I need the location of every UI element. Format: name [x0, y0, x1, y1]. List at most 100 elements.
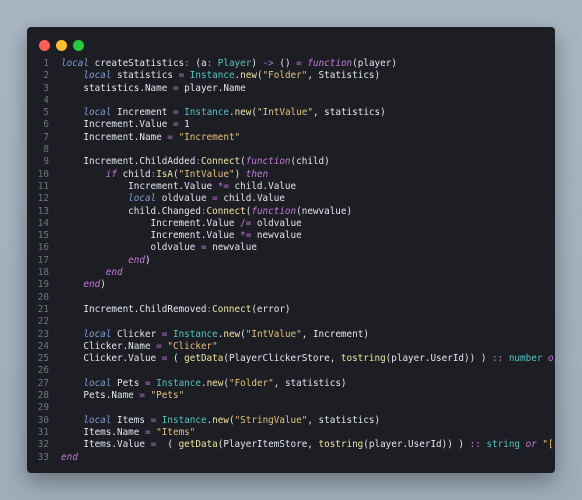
code-token: Pets: [111, 377, 145, 389]
code-text: local statistics = Instance.new("Folder"…: [61, 70, 380, 82]
code-token: "IntValue": [178, 168, 235, 180]
code-line: 17 end): [27, 255, 555, 267]
code-token: , Increment): [301, 328, 369, 340]
code-line: 7 Increment.Name = "Increment": [27, 132, 555, 144]
code-line: 4: [27, 95, 555, 107]
code-editor: 1 local createStatistics: (a: Player) -> …: [27, 58, 555, 464]
code-line: 23 local Clicker = Instance.new("IntValu…: [27, 329, 555, 341]
code-token: (child): [290, 156, 330, 168]
code-token: "IntValue": [256, 107, 313, 119]
code-token: or: [548, 353, 555, 365]
code-token: (PlayerItemStore,: [217, 439, 319, 451]
code-text: Clicker.Name = "Clicker": [61, 340, 218, 353]
code-token: local: [61, 58, 89, 69]
code-token: Items.Name: [61, 426, 145, 438]
code-text: Increment.Value *= child.Value: [61, 181, 296, 193]
minimize-dot-icon[interactable]: [56, 40, 67, 51]
code-token: (: [156, 439, 179, 451]
close-dot-icon[interactable]: [39, 40, 50, 51]
code-token: statistics: [111, 70, 179, 82]
code-text: Items.Value = ( getData(PlayerItemStore,…: [61, 439, 555, 451]
code-token: Pets.Name: [61, 390, 140, 402]
code-token: ->: [262, 58, 274, 69]
code-token: newvalue: [251, 230, 302, 242]
code-text: Items.Name = "Items": [61, 427, 195, 439]
code-token: "Increment": [172, 131, 241, 143]
line-number: 25: [37, 353, 49, 365]
code-token: ::: [492, 353, 504, 365]
code-line: 29: [27, 402, 555, 414]
line-number: 7: [43, 131, 49, 143]
code-token: local: [83, 377, 112, 389]
code-line: 15 Increment.Value *= newvalue: [27, 230, 555, 242]
code-token: child.Value: [228, 180, 297, 192]
code-token: "Folder": [228, 377, 274, 389]
code-token: then: [245, 168, 269, 180]
code-text: Clicker.Value = ( getData(PlayerClickerS…: [61, 353, 555, 365]
line-number: 19: [37, 279, 49, 291]
maximize-dot-icon[interactable]: [73, 40, 84, 51]
code-line: 9 Increment.ChildAdded:Connect(function(…: [27, 156, 555, 168]
code-text: local Clicker = Instance.new("IntValue",…: [61, 329, 369, 341]
line-number: 1: [43, 58, 49, 69]
code-token: string: [480, 439, 521, 451]
code-line: 14 Increment.Value /= oldvalue: [27, 218, 555, 230]
code-token: "Clicker": [161, 340, 218, 352]
line-number: 15: [37, 230, 49, 242]
code-text: end: [61, 452, 78, 464]
line-number: 13: [37, 205, 49, 217]
code-token: local: [83, 328, 112, 340]
code-token: new: [234, 107, 252, 119]
code-token: Connect: [200, 156, 241, 168]
line-number: 29: [37, 402, 49, 414]
code-token: newvalue: [206, 242, 257, 254]
code-token: Instance: [184, 70, 235, 82]
code-token: getData: [184, 353, 224, 365]
code-text: end: [61, 267, 123, 279]
code-token: Player: [212, 58, 252, 69]
line-number: 8: [43, 144, 49, 156]
code-text: Increment.Name = "Increment": [61, 132, 240, 144]
code-token: child.Changed: [61, 205, 201, 217]
line-number: 23: [37, 328, 49, 340]
code-token: /=: [240, 217, 252, 229]
line-number: 30: [37, 414, 49, 426]
code-token: ): [100, 279, 106, 291]
code-token: Instance: [156, 414, 207, 426]
code-token: ::: [469, 439, 481, 451]
code-token: Clicker: [111, 328, 162, 340]
code-token: (player): [352, 58, 397, 69]
code-text: local createStatistics: (a: Player) -> (…: [61, 58, 397, 70]
line-number: 21: [37, 303, 49, 315]
code-text: if child:IsA("IntValue") then: [61, 169, 268, 181]
code-line: 13 child.Changed:Connect(function(newval…: [27, 206, 555, 218]
line-number: 12: [37, 193, 49, 205]
code-token: ): [144, 254, 151, 266]
code-token: tostring: [340, 353, 386, 365]
code-token: ): [234, 168, 246, 180]
code-line: 11 Increment.Value *= child.Value: [27, 181, 555, 193]
code-line: 1 local createStatistics: (a: Player) -> …: [27, 58, 555, 70]
code-token: new: [240, 70, 257, 82]
code-token: createStatistics: [89, 58, 185, 69]
code-token: if: [105, 168, 117, 180]
code-token: , Statistics): [307, 70, 381, 82]
code-token: , statistics): [312, 107, 386, 119]
code-line: 27 local Pets = Instance.new("Folder", s…: [27, 378, 555, 390]
line-number: 10: [37, 168, 49, 180]
code-token: *=: [217, 180, 229, 192]
line-number: 3: [43, 82, 49, 94]
code-text: statistics.Name = player.Name: [61, 83, 245, 95]
code-line: 32 Items.Value = ( getData(PlayerItemSto…: [27, 439, 555, 451]
line-number: 9: [43, 156, 49, 168]
code-line: 25 Clicker.Value = ( getData(PlayerClick…: [27, 353, 555, 365]
code-token: end: [83, 279, 101, 291]
line-number: 28: [37, 390, 49, 402]
code-line: 24 Clicker.Name = "Clicker": [27, 341, 555, 353]
code-line: 31 Items.Name = "Items": [27, 427, 555, 439]
code-token: or: [520, 439, 537, 451]
